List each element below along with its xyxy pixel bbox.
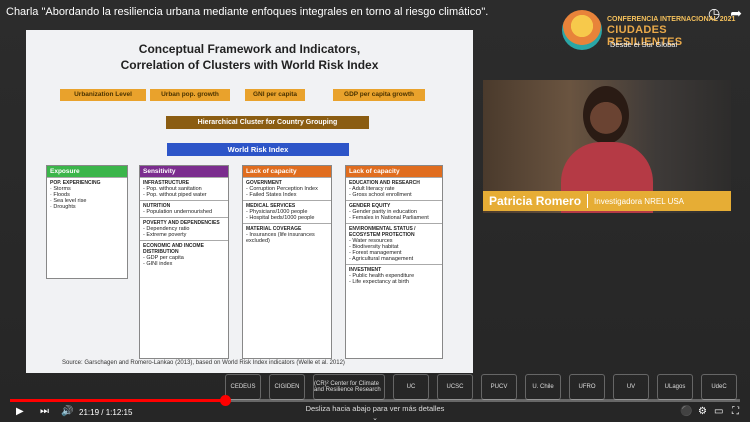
sun-logo-icon	[562, 10, 602, 50]
logo-line3: Desde el Sur Global	[610, 40, 678, 49]
world-risk-index-box: World Risk Index	[167, 143, 349, 156]
indicator-cell: NUTRITION - Population undernourished	[140, 200, 228, 217]
sponsor-logo: PUCV	[481, 374, 517, 400]
sponsor-logo: UCSC	[437, 374, 473, 400]
urban-box-3: GNI per capita	[245, 89, 305, 101]
cell-items: - Water resources - Biodiversity habitat…	[349, 238, 414, 262]
fullscreen-icon[interactable]: ⛶	[732, 406, 739, 417]
namebar-divider	[587, 194, 589, 208]
current-time: 21:19	[79, 408, 100, 417]
urban-box-4: GDP per capita growth	[333, 89, 425, 101]
indicator-cell: POVERTY AND DEPENDENCIES - Dependency rat…	[140, 217, 228, 240]
settings-icon[interactable]: ⚙	[698, 406, 707, 417]
indicator-cell: MATERIAL COVERAGE - Insurances (life insu…	[243, 223, 331, 246]
cell-title: ECONOMIC AND INCOME DISTRIBUTION	[143, 243, 204, 255]
indicator-cell: INFRASTRUCTURE - Pop. without sanitation …	[140, 177, 228, 200]
sponsor-logo: CEDEUS	[225, 374, 261, 400]
sponsor-logo: UFRO	[569, 374, 605, 400]
sponsor-logo: UV	[613, 374, 649, 400]
cell-items: - Pop. without sanitation - Pop. without…	[143, 186, 207, 198]
hierarchical-cluster-box: Hierarchical Cluster for Country Groupin…	[166, 116, 369, 129]
indicator-cell: ECONOMIC AND INCOME DISTRIBUTION - GDP pe…	[140, 240, 228, 269]
column-header: Lack of capacity	[243, 166, 331, 177]
logo-line1: CONFERENCIA INTERNACIONAL 2021	[607, 16, 736, 23]
column-header: Lack of capacity	[346, 166, 442, 177]
cell-items: - Dependency ratio - Extreme poverty	[143, 226, 190, 238]
urban-box-1: Urbanization Level	[60, 89, 146, 101]
column-header: Exposure	[47, 166, 127, 177]
indicator-column: Lack of capacity EDUCATION AND RESEARCH - …	[345, 165, 443, 359]
speaker-head	[583, 86, 629, 144]
progress-bar[interactable]	[10, 395, 740, 406]
indicator-cell: GENDER EQUITY - Gender parity in educatio…	[346, 200, 442, 223]
speaker-role: Investigadora NREL USA	[594, 196, 685, 206]
cell-items: - Public health expenditure - Life expec…	[349, 273, 415, 285]
indicator-cell: GOVERNMENT - Corruption Perception Index …	[243, 177, 331, 200]
slide-source: Source: Garschagen and Romero-Lankao (20…	[62, 360, 345, 366]
sponsor-logo: (CR)² Center for Climate and Resilience …	[313, 374, 385, 400]
cell-items: - Adult literacy rate - Gross school enr…	[349, 186, 412, 198]
sponsor-logo: U. Chile	[525, 374, 561, 400]
cell-items: - Corruption Perception Index - Failed S…	[246, 186, 318, 198]
time-display: 21:19 / 1:12:15	[79, 408, 133, 417]
sponsor-logo: UdeC	[701, 374, 737, 400]
cell-items: - Population undernourished	[143, 209, 213, 215]
urban-box-2: Urban pop. growth	[150, 89, 230, 101]
indicator-column: Exposure POP. EXPERIENCING · Storms · Floo…	[46, 165, 128, 279]
cell-items: - Physicians/1000 people - Hospital beds…	[246, 209, 315, 221]
indicator-cell: EDUCATION AND RESEARCH - Adult literacy r…	[346, 177, 442, 200]
indicator-column: Sensitivity INFRASTRUCTURE - Pop. without …	[139, 165, 229, 359]
progress-fill	[10, 399, 226, 402]
cell-items: - Insurances (life insurances excluded)	[246, 232, 315, 244]
sponsor-logos: CEDEUS CIGIDEN (CR)² Center for Climate an…	[225, 374, 745, 400]
duration: 1:12:15	[105, 408, 133, 417]
indicator-cell: INVESTMENT - Public health expenditure - …	[346, 264, 442, 287]
indicator-cell: ENVIRONMENTAL STATUS / ECOSYSTEM PROTECT…	[346, 223, 442, 264]
speaker-namebar: Patricia Romero Investigadora NREL USA	[483, 191, 731, 211]
sponsor-logo: CIGIDEN	[269, 374, 305, 400]
cell-items: · Storms · Floods · Sea level rise · Dro…	[50, 186, 87, 210]
slide-heading-line2: Correlation of Clusters with World Risk …	[120, 58, 379, 72]
play-icon[interactable]: ▶	[16, 406, 24, 417]
indicator-cell: POP. EXPERIENCING · Storms · Floods · Sea…	[47, 177, 127, 212]
cell-items: - GDP per capita - GINI index	[143, 255, 184, 267]
autoplay-toggle-icon[interactable]: ⚫	[680, 406, 692, 417]
sponsor-logo: UC	[393, 374, 429, 400]
conference-logo: CONFERENCIA INTERNACIONAL 2021 CIUDADES …	[562, 10, 742, 55]
video-title[interactable]: Charla "Abordando la resiliencia urbana …	[6, 6, 526, 18]
indicator-column: Lack of capacity GOVERNMENT - Corruption P…	[242, 165, 332, 359]
column-header: Sensitivity	[140, 166, 228, 177]
presentation-slide: Conceptual Framework and Indicators, Cor…	[26, 30, 473, 373]
indicator-cell: MEDICAL SERVICES - Physicians/1000 people…	[243, 200, 331, 223]
theater-icon[interactable]: ▭	[714, 406, 723, 417]
next-icon[interactable]: ⏭	[40, 406, 49, 417]
cell-items: - Gender parity in education - Females i…	[349, 209, 429, 221]
slide-heading-line1: Conceptual Framework and Indicators,	[138, 42, 361, 56]
speaker-name: Patricia Romero	[489, 194, 582, 208]
sponsor-logo: ULagos	[657, 374, 693, 400]
video-player[interactable]: Charla "Abordando la resiliencia urbana …	[0, 0, 750, 422]
volume-icon[interactable]: 🔊	[61, 406, 73, 417]
cell-title: ENVIRONMENTAL STATUS / ECOSYSTEM PROTECT…	[349, 226, 416, 238]
player-controls: ▶ ⏭ 🔊 21:19 / 1:12:15 ⚫ ⚙ ▭ ⛶	[0, 404, 750, 422]
